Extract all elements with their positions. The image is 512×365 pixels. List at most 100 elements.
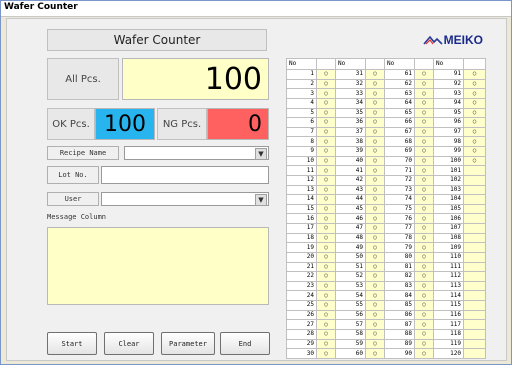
table-row: 11 ○ 41 ○ 71 ○ 101 — [286, 165, 486, 176]
slot-status — [463, 271, 486, 282]
slot-number: 84 — [384, 290, 415, 301]
slot-status: ○ — [414, 223, 434, 234]
slot-status: ○ — [365, 338, 385, 350]
slot-number: 94 — [433, 97, 464, 109]
table-row: 1 ○ 31 ○ 61 ○ 91 ○ — [286, 69, 486, 80]
slot-status: ○ — [414, 117, 434, 128]
slot-status: ○ — [365, 223, 385, 234]
start-button[interactable]: Start — [47, 332, 97, 355]
chevron-down-icon[interactable]: ▼ — [255, 148, 267, 160]
table-row: 4 ○ 34 ○ 64 ○ 94 ○ — [286, 97, 486, 109]
slot-status: ○ — [365, 126, 385, 138]
slot-status: ○ — [414, 242, 434, 253]
slot-number: 63 — [384, 88, 415, 99]
slot-status: ○ — [316, 290, 336, 301]
slot-number: 45 — [335, 203, 366, 215]
slot-number: 64 — [384, 97, 415, 109]
slot-number: 53 — [335, 280, 366, 292]
slot-status: ○ — [316, 319, 336, 330]
slot-number: 2 — [286, 78, 317, 90]
table-row: 16 ○ 46 ○ 76 ○ 106 — [286, 213, 486, 224]
table-row: 9 ○ 39 ○ 69 ○ 99 ○ — [286, 146, 486, 157]
slot-status: ○ — [365, 184, 385, 196]
slot-number: 75 — [384, 203, 415, 215]
slot-status — [463, 309, 486, 321]
parameter-button[interactable]: Parameter — [161, 332, 215, 355]
table-row: 18 ○ 48 ○ 78 ○ 108 — [286, 232, 486, 244]
slot-status: ○ — [463, 69, 486, 80]
slot-number: 72 — [384, 174, 415, 186]
column-header: No — [335, 58, 366, 70]
slot-number: 48 — [335, 232, 366, 244]
slot-status: ○ — [463, 126, 486, 138]
slot-status: ○ — [414, 271, 434, 282]
slot-number: 4 — [286, 97, 317, 109]
slot-number: 7 — [286, 126, 317, 138]
slot-number: 8 — [286, 136, 317, 147]
slot-number: 98 — [433, 136, 464, 147]
slot-number: 116 — [433, 309, 464, 321]
chevron-down-icon[interactable]: ▼ — [255, 194, 267, 206]
table-row: 28 ○ 58 ○ 88 ○ 118 — [286, 328, 486, 340]
slot-status — [463, 184, 486, 196]
slot-number: 36 — [335, 117, 366, 128]
slot-number: 15 — [286, 203, 317, 215]
user-select[interactable]: ▼ — [101, 192, 269, 206]
slot-number: 91 — [433, 69, 464, 80]
slot-number: 34 — [335, 97, 366, 109]
slot-number: 37 — [335, 126, 366, 138]
slot-number: 6 — [286, 117, 317, 128]
table-row: 5 ○ 35 ○ 65 ○ 95 ○ — [286, 107, 486, 119]
slot-status: ○ — [316, 261, 336, 273]
recipe-name-select[interactable]: ▼ — [124, 146, 269, 160]
slot-number: 23 — [286, 280, 317, 292]
slot-status: ○ — [365, 232, 385, 244]
slot-status: ○ — [365, 88, 385, 99]
slot-status: ○ — [414, 319, 434, 330]
clear-button[interactable]: Clear — [104, 332, 154, 355]
table-row: 24 ○ 54 ○ 84 ○ 114 — [286, 290, 486, 301]
slot-number: 71 — [384, 165, 415, 176]
all-pcs-label: All Pcs. — [47, 58, 119, 100]
slot-status: ○ — [316, 174, 336, 186]
slot-status: ○ — [365, 309, 385, 321]
slot-status: ○ — [463, 155, 486, 167]
slot-status: ○ — [414, 194, 434, 205]
slot-number: 79 — [384, 242, 415, 253]
slot-status: ○ — [463, 78, 486, 90]
slot-number: 95 — [433, 107, 464, 119]
slot-status: ○ — [316, 251, 336, 263]
slot-number: 21 — [286, 261, 317, 273]
slot-status: ○ — [365, 174, 385, 186]
slot-status: ○ — [365, 251, 385, 263]
slot-number: 55 — [335, 300, 366, 311]
end-button[interactable]: End — [220, 332, 270, 355]
slot-number: 27 — [286, 319, 317, 330]
slot-number: 111 — [433, 261, 464, 273]
slot-number: 109 — [433, 242, 464, 253]
slot-status — [463, 319, 486, 330]
slot-status: ○ — [414, 309, 434, 321]
lot-no-input[interactable] — [101, 166, 269, 184]
slot-number: 104 — [433, 194, 464, 205]
slot-status: ○ — [316, 136, 336, 147]
slot-status — [463, 261, 486, 273]
slot-number: 47 — [335, 223, 366, 234]
slot-number: 113 — [433, 280, 464, 292]
slot-status: ○ — [316, 184, 336, 196]
slot-number: 5 — [286, 107, 317, 119]
slot-status: ○ — [316, 155, 336, 167]
slot-status: ○ — [414, 213, 434, 224]
slot-status: ○ — [316, 117, 336, 128]
slot-number: 76 — [384, 213, 415, 224]
slot-number: 10 — [286, 155, 317, 167]
all-pcs-value: 100 — [122, 58, 269, 100]
slot-status: ○ — [316, 97, 336, 109]
slot-status: ○ — [316, 309, 336, 321]
table-row: 30 ○ 60 ○ 90 ○ 120 — [286, 348, 486, 359]
slot-number: 24 — [286, 290, 317, 301]
table-row: 20 ○ 50 ○ 80 ○ 110 — [286, 251, 486, 263]
slot-number: 3 — [286, 88, 317, 99]
slot-number: 29 — [286, 338, 317, 350]
slot-number: 105 — [433, 203, 464, 215]
